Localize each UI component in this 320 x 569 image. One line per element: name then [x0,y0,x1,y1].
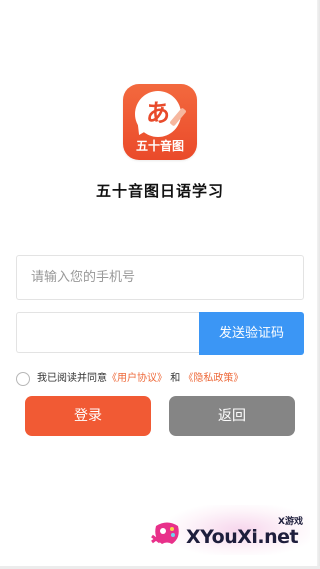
phone-input[interactable] [31,256,291,299]
agreement-text: 我已阅读并同意《用户协议》 和 《隐私政策》 [37,371,243,387]
login-screen: あ 五十音图 五十音图日语学习 发送验证码 我已阅读并同意《用户协议》 和 《隐… [0,0,320,569]
agreement-checkbox[interactable] [16,372,30,386]
user-agreement-link[interactable]: 《用户协议》 [107,373,167,384]
watermark-logo-icon [151,522,179,544]
privacy-policy-link[interactable]: 《隐私政策》 [183,373,243,384]
agreement-row: 我已阅读并同意《用户协议》 和 《隐私政策》 [16,371,306,387]
back-button[interactable]: 返回 [169,396,295,436]
verification-code-row: 发送验证码 [16,312,304,355]
app-logo-kana: あ [146,99,170,127]
app-logo-icon: あ 五十音图 [123,84,197,160]
login-button[interactable]: 登录 [25,396,151,436]
phone-field-container [16,255,304,300]
verification-code-input[interactable] [16,312,199,353]
watermark-text: XYouXi.net [186,526,299,548]
agreement-and: 和 [170,373,181,384]
agreement-prefix: 我已阅读并同意 [37,373,107,384]
app-logo-caption: 五十音图 [135,139,184,153]
app-title: 五十音图日语学习 [95,182,224,200]
send-code-button[interactable]: 发送验证码 [199,312,304,355]
